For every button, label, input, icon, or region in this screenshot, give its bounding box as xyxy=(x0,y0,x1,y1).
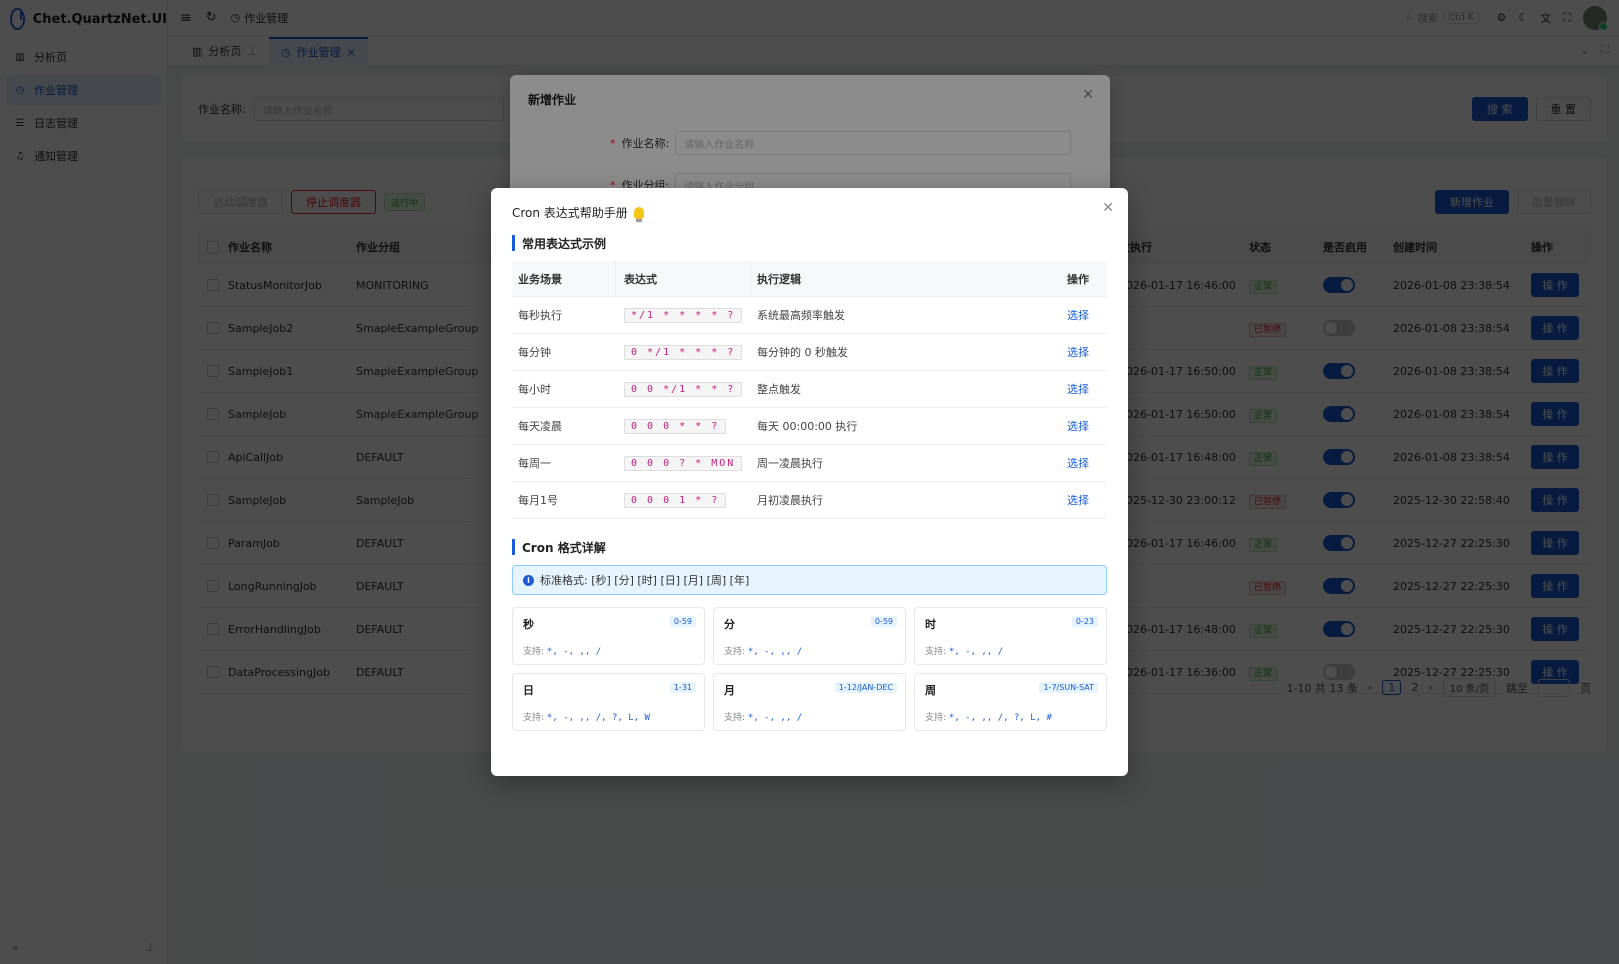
close-icon[interactable]: ✕ xyxy=(1102,200,1114,216)
field-support-label: 支持: xyxy=(523,647,545,657)
col-scene-header: 业务场景 xyxy=(512,261,616,296)
scene-cell: 每秒执行 xyxy=(518,309,562,322)
field-name: 时 xyxy=(925,618,936,631)
cron-help-title: Cron 表达式帮助手册 xyxy=(512,206,628,220)
cron-example-row: 每分钟 0 */1 * * * ? 每分钟的 0 秒触发 选择 xyxy=(512,334,1107,371)
cron-help-modal: Cron 表达式帮助手册 ✕ 常用表达式示例 业务场景 表达式 执行逻辑 操作 … xyxy=(491,188,1128,776)
cron-help-title-row: Cron 表达式帮助手册 xyxy=(512,204,1107,222)
field-support: 支持: *, -, ,, /, ?, L, # xyxy=(925,710,1096,723)
field-support: 支持: *, -, ,, / xyxy=(523,644,694,657)
cron-expression-code: 0 */1 * * * ? xyxy=(624,344,743,360)
cron-field-card: 时 0-23 支持: *, -, ,, / xyxy=(914,607,1107,665)
cron-examples-table: 业务场景 表达式 执行逻辑 操作 每秒执行 */1 * * * * ? 系统最高… xyxy=(512,261,1107,519)
logic-cell: 月初凌晨执行 xyxy=(757,494,823,507)
select-link[interactable]: 选择 xyxy=(1067,492,1107,508)
cron-example-row: 每周一 0 0 0 ? * MON 周一凌晨执行 选择 xyxy=(512,445,1107,482)
field-support-chars: *, -, ,, / xyxy=(747,713,803,723)
field-support-chars: *, -, ,, / xyxy=(948,647,1004,657)
scene-cell: 每月1号 xyxy=(518,494,558,507)
logic-cell: 系统最高频率触发 xyxy=(757,309,845,322)
cron-fields-grid: 秒 0-59 支持: *, -, ,, / 分 0-59 支持: *, -, ,,… xyxy=(512,607,1107,731)
scene-cell: 每周一 xyxy=(518,457,551,470)
lightbulb-icon xyxy=(633,206,644,222)
select-link[interactable]: 选择 xyxy=(1067,344,1107,360)
cron-expression-code: 0 0 0 * * ? xyxy=(624,418,727,434)
field-support-chars: *, -, ,, / xyxy=(747,647,803,657)
format-section-title: Cron 格式详解 xyxy=(512,539,1107,555)
format-standard-text: 标准格式: [秒] [分] [时] [日] [月] [周] [年] xyxy=(540,574,750,587)
cron-field-card: 秒 0-59 支持: *, -, ,, / xyxy=(512,607,705,665)
field-support-chars: *, -, ,, /, ?, L, W xyxy=(546,713,650,723)
cron-example-row: 每天凌晨 0 0 0 * * ? 每天 00:00:00 执行 选择 xyxy=(512,408,1107,445)
select-link[interactable]: 选择 xyxy=(1067,307,1107,323)
field-range-badge: 0-23 xyxy=(1071,616,1098,627)
cron-field-card: 日 1-31 支持: *, -, ,, /, ?, L, W xyxy=(512,673,705,731)
field-range-badge: 0-59 xyxy=(669,616,696,627)
col-logic-header: 执行逻辑 xyxy=(757,272,801,286)
field-support-label: 支持: xyxy=(925,647,947,657)
field-range-badge: 1-12/JAN-DEC xyxy=(834,682,897,693)
field-support-chars: *, -, ,, / xyxy=(546,647,602,657)
cron-example-row: 每小时 0 0 */1 * * ? 整点触发 选择 xyxy=(512,371,1107,408)
cron-expression-code: 0 0 */1 * * ? xyxy=(624,381,743,397)
field-support-label: 支持: xyxy=(925,713,947,723)
field-support-label: 支持: xyxy=(724,713,746,723)
select-link[interactable]: 选择 xyxy=(1067,381,1107,397)
cron-expression-code: */1 * * * * ? xyxy=(624,307,743,323)
table-header-row: 业务场景 表达式 执行逻辑 操作 xyxy=(512,261,1107,297)
cron-examples-body: 每秒执行 */1 * * * * ? 系统最高频率触发 选择 每分钟 0 */1 … xyxy=(512,297,1107,519)
logic-cell: 整点触发 xyxy=(757,383,801,396)
field-support: 支持: *, -, ,, / xyxy=(724,644,895,657)
field-support: 支持: *, -, ,, / xyxy=(925,644,1096,657)
cron-field-card: 分 0-59 支持: *, -, ,, / xyxy=(713,607,906,665)
field-support: 支持: *, -, ,, /, ?, L, W xyxy=(523,710,694,723)
logic-cell: 每天 00:00:00 执行 xyxy=(757,420,858,433)
cron-field-card: 月 1-12/JAN-DEC 支持: *, -, ,, / xyxy=(713,673,906,731)
cron-expression-code: 0 0 0 1 * ? xyxy=(624,492,727,508)
col-expr-header: 表达式 xyxy=(616,261,751,296)
logic-cell: 每分钟的 0 秒触发 xyxy=(757,346,848,359)
field-support-chars: *, -, ,, /, ?, L, # xyxy=(948,713,1052,723)
logic-cell: 周一凌晨执行 xyxy=(757,457,823,470)
cron-example-row: 每月1号 0 0 0 1 * ? 月初凌晨执行 选择 xyxy=(512,482,1107,519)
cron-expression-code: 0 0 0 ? * MON xyxy=(624,455,743,471)
scene-cell: 每分钟 xyxy=(518,346,551,359)
scene-cell: 每天凌晨 xyxy=(518,420,562,433)
field-range-badge: 0-59 xyxy=(870,616,897,627)
field-name: 秒 xyxy=(523,618,534,631)
field-name: 日 xyxy=(523,684,534,697)
field-support: 支持: *, -, ,, / xyxy=(724,710,895,723)
cron-field-card: 周 1-7/SUN-SAT 支持: *, -, ,, /, ?, L, # xyxy=(914,673,1107,731)
select-link[interactable]: 选择 xyxy=(1067,418,1107,434)
field-support-label: 支持: xyxy=(523,713,545,723)
field-name: 分 xyxy=(724,618,735,631)
format-info-alert: i 标准格式: [秒] [分] [时] [日] [月] [周] [年] xyxy=(512,565,1107,595)
scene-cell: 每小时 xyxy=(518,383,551,396)
field-range-badge: 1-31 xyxy=(669,682,696,693)
select-link[interactable]: 选择 xyxy=(1067,455,1107,471)
col-op-header: 操作 xyxy=(1067,272,1089,286)
cron-example-row: 每秒执行 */1 * * * * ? 系统最高频率触发 选择 xyxy=(512,297,1107,334)
field-range-badge: 1-7/SUN-SAT xyxy=(1039,682,1098,693)
field-support-label: 支持: xyxy=(724,647,746,657)
info-icon: i xyxy=(523,574,534,586)
examples-section-title: 常用表达式示例 xyxy=(512,235,1107,251)
